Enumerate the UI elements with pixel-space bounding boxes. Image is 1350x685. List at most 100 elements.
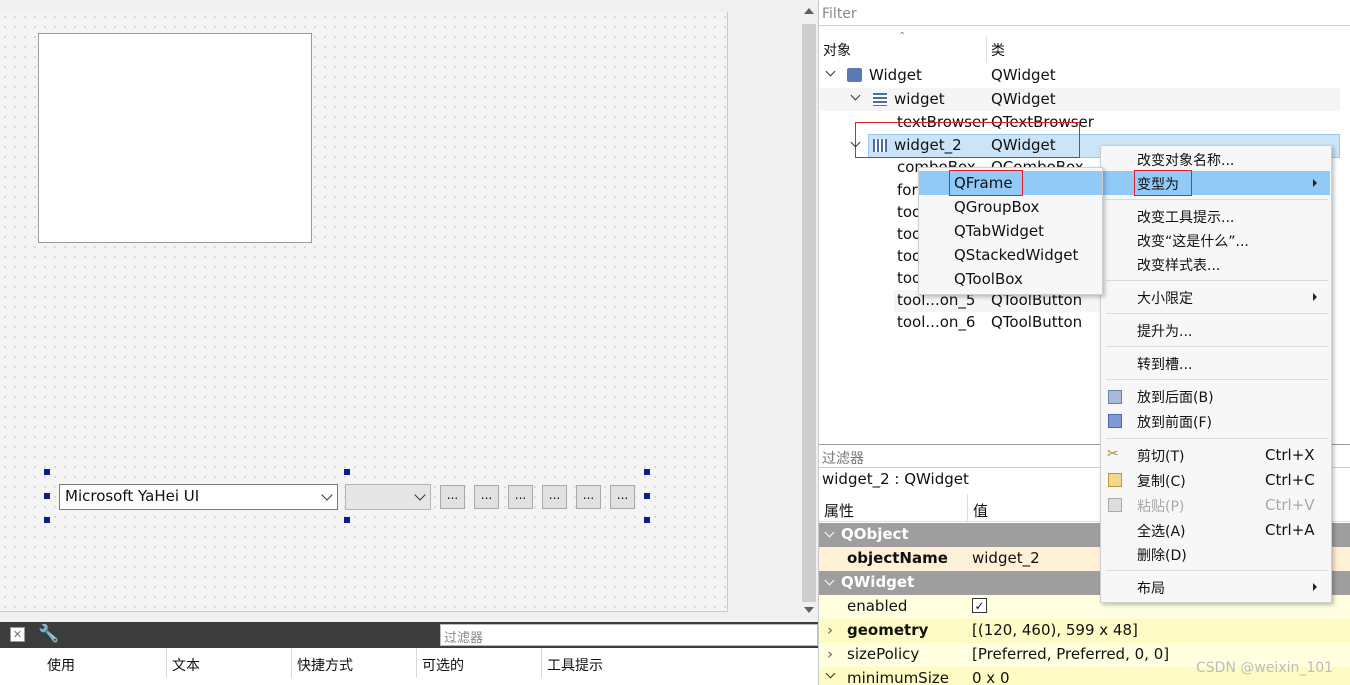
menu-item-select-all[interactable]: 全选(A) [1137,521,1186,541]
scissors-icon: ✂ [1107,446,1119,462]
scroll-down-icon[interactable] [804,607,814,613]
watermark: CSDN @weixin_101 [1196,660,1334,676]
submenu-item-qtoolbox[interactable]: QToolBox [954,270,1023,288]
scroll-up-icon[interactable] [804,8,814,14]
menu-item-size-constraints[interactable]: 大小限定 [1137,288,1193,308]
menu-item-paste[interactable]: 粘贴(P) [1137,496,1184,516]
menu-item-delete[interactable]: 删除(D) [1137,545,1187,565]
widget-icon [847,68,862,82]
column-header-checkable[interactable]: 可选的 [422,655,464,675]
menu-separator [1106,199,1328,200]
text-browser-widget[interactable] [38,33,312,243]
chevron-down-icon[interactable] [825,668,836,679]
tree-item-class: QToolButton [991,313,1083,331]
tree-header-class[interactable]: 类 [991,40,1005,60]
column-header-use[interactable]: 使用 [47,655,75,675]
submenu-arrow-icon [1313,583,1317,591]
selection-handle[interactable] [344,517,350,523]
submenu-item-qstackedwidget[interactable]: QStackedWidget [954,246,1078,264]
tool-button[interactable]: ... [508,485,533,509]
menu-item-bring-front[interactable]: 放到前面(F) [1137,412,1212,432]
column-divider [416,648,417,678]
tool-button[interactable]: ... [610,485,635,509]
menu-item-change-stylesheet[interactable]: 改变样式表... [1137,255,1220,275]
enabled-checkbox[interactable]: ✓ [972,598,987,613]
copy-icon [1108,473,1122,487]
column-divider [967,494,968,522]
column-header-property[interactable]: 属性 [824,500,854,521]
vertical-layout-icon [873,93,887,106]
tree-header-object[interactable]: 对象 [823,40,851,60]
wrench-icon[interactable]: 🔧 [38,624,59,644]
font-combo-value: Microsoft YaHei UI [65,487,200,505]
sort-indicator-icon: ⌃ [898,31,907,42]
property-row-geometry[interactable]: › geometry [(120, 460), 599 x 48] [819,619,1350,643]
object-filter-input[interactable]: Filter [819,4,1350,26]
shortcut-copy: Ctrl+C [1265,471,1315,489]
menu-item-change-whatsthis[interactable]: 改变“这是什么”... [1137,231,1249,251]
menu-item-goto-slot[interactable]: 转到槽... [1137,354,1192,374]
column-header-text[interactable]: 文本 [172,655,200,675]
selection-handle[interactable] [44,493,50,499]
tool-button[interactable]: ... [474,485,499,509]
submenu-item-qtabwidget[interactable]: QTabWidget [954,222,1044,240]
shortcut-paste: Ctrl+V [1265,496,1315,514]
delete-action-icon[interactable]: ✕ [10,627,25,642]
column-header-shortcut[interactable]: 快捷方式 [297,655,353,675]
tree-item-class: QWidget [991,66,1056,84]
selection-handle[interactable] [44,469,50,475]
action-table-header [0,648,818,685]
submenu-item-qgroupbox[interactable]: QGroupBox [954,198,1039,216]
selection-handle[interactable] [644,493,650,499]
menu-separator [1106,379,1328,380]
column-header-tooltip[interactable]: 工具提示 [547,655,603,675]
submenu-item-qframe[interactable]: QFrame [954,174,1013,192]
menu-item-morph[interactable]: 变型为 [1137,174,1179,194]
chevron-down-icon[interactable] [824,527,835,538]
tree-item-class: QWidget [991,90,1056,108]
paste-icon [1108,498,1122,512]
selection-handle[interactable] [644,517,650,523]
tree-item-name[interactable]: for [897,181,918,199]
chevron-right-icon[interactable]: › [827,621,833,639]
menu-item-change-tooltip[interactable]: 改变工具提示... [1137,207,1234,227]
menu-separator [1106,570,1328,571]
selection-handle[interactable] [644,469,650,475]
column-divider [166,648,167,678]
menu-item-copy[interactable]: 复制(C) [1137,471,1186,491]
action-filter-input[interactable]: 过滤器 [440,624,818,646]
menu-separator [1106,346,1328,347]
shortcut-cut: Ctrl+X [1265,446,1315,464]
chevron-right-icon[interactable]: › [827,645,833,663]
tree-item-name[interactable]: Widget [869,66,922,84]
tree-item-class: QWidget [991,136,1056,154]
menu-item-send-back[interactable]: 放到后面(B) [1137,387,1214,407]
submenu-arrow-icon [1313,179,1317,187]
menu-item-rename[interactable]: 改变对象名称... [1137,150,1234,170]
chevron-down-icon [321,489,333,501]
menu-item-layout[interactable]: 布局 [1137,578,1165,598]
selection-handle[interactable] [344,469,350,475]
tree-item-name[interactable]: widget_2 [894,136,962,154]
column-divider [986,36,987,62]
font-combo-box[interactable]: Microsoft YaHei UI [59,484,338,510]
horizontal-layout-icon [873,139,887,152]
tool-button[interactable]: ... [576,485,601,509]
tree-item-name[interactable]: widget [894,90,945,108]
send-to-back-icon [1108,390,1122,404]
menu-separator [1106,313,1328,314]
combo-box[interactable] [345,484,431,510]
tool-button[interactable]: ... [440,485,465,509]
menu-item-cut[interactable]: 剪切(T) [1137,446,1184,466]
column-header-value[interactable]: 值 [973,500,988,521]
selection-handle[interactable] [44,517,50,523]
menu-item-promote[interactable]: 提升为... [1137,321,1192,341]
tool-button[interactable]: ... [542,485,567,509]
tree-item-name[interactable]: tool...on_6 [897,313,975,331]
chevron-down-icon[interactable] [824,575,835,586]
column-divider [541,648,542,678]
scrollbar-thumb[interactable] [802,24,816,602]
menu-separator [1106,280,1328,281]
column-divider [291,648,292,678]
bring-to-front-icon [1108,414,1122,428]
